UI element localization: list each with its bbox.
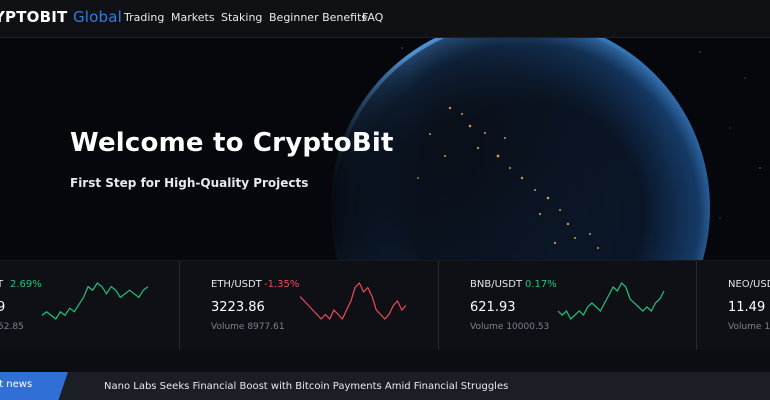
sparkline-path [299,281,407,321]
ticker-volume: Volume 8977.61 [211,322,285,332]
ticker-pair: ETH/USDT [211,279,262,290]
logo-wordmark: YPTOBIT [0,8,68,26]
ticker-price: 621.93 [470,300,516,315]
ticker-sparkline [299,281,407,321]
ticker-pair: T [0,279,4,290]
hero-title: Welcome to CryptoBit [70,128,394,158]
ticker-sparkline [41,282,149,320]
ticker-card[interactable]: BNB/USDT 0.17% 621.93 Volume 10000.53 [439,261,697,351]
nav-item-trading[interactable]: Trading [124,11,164,24]
hero-banner: Welcome to CryptoBit First Step for High… [0,38,770,260]
sparkline-path [41,282,149,320]
ticker-volume: Volume 1 [728,322,770,332]
ticker-pair: BNB/USDT [470,279,523,290]
ticker-pair: NEO/USD [728,279,770,290]
ticker-card[interactable]: ETH/USDT -1.35% 3223.86 Volume 8977.61 [180,261,439,351]
latest-news-tab[interactable]: st news [0,372,68,400]
section-divider [0,350,770,372]
ticker-price: 9 [0,300,6,315]
logo[interactable]: YPTOBIT Global [0,8,122,26]
ticker-card[interactable]: T 2.69% 9 52.85 [0,261,180,351]
ticker-sparkline [557,282,665,320]
logo-suffix: Global [72,8,122,26]
hero-subtitle: First Step for High-Quality Projects [70,176,309,190]
nav-item-markets[interactable]: Markets [171,11,215,24]
ticker-volume: 52.85 [0,322,24,332]
ticker-change: 2.69% [10,279,42,290]
nav-item-staking[interactable]: Staking [221,11,262,24]
nav-item-beginner-benefits[interactable]: Beginner Benefits [269,11,367,24]
news-bar: st news Nano Labs Seeks Financial Boost … [0,372,770,400]
ticker-card[interactable]: NEO/USD 11.49 Volume 1 [697,261,770,351]
ticker-change: 0.17% [525,279,557,290]
sparkline-path [557,282,665,320]
ticker-row: T 2.69% 9 52.85 ETH/USDT -1.35% 3223.86 … [0,260,770,351]
latest-news-label: st news [0,379,33,390]
top-nav: YPTOBIT Global Trading Markets Staking B… [0,0,770,38]
ticker-change: -1.35% [264,279,300,290]
ticker-volume: Volume 10000.53 [470,322,550,332]
news-headline-link[interactable]: Nano Labs Seeks Financial Boost with Bit… [104,381,508,392]
ticker-price: 11.49 [728,300,766,315]
nav-item-faq[interactable]: FAQ [362,11,383,24]
ticker-price: 3223.86 [211,300,265,315]
